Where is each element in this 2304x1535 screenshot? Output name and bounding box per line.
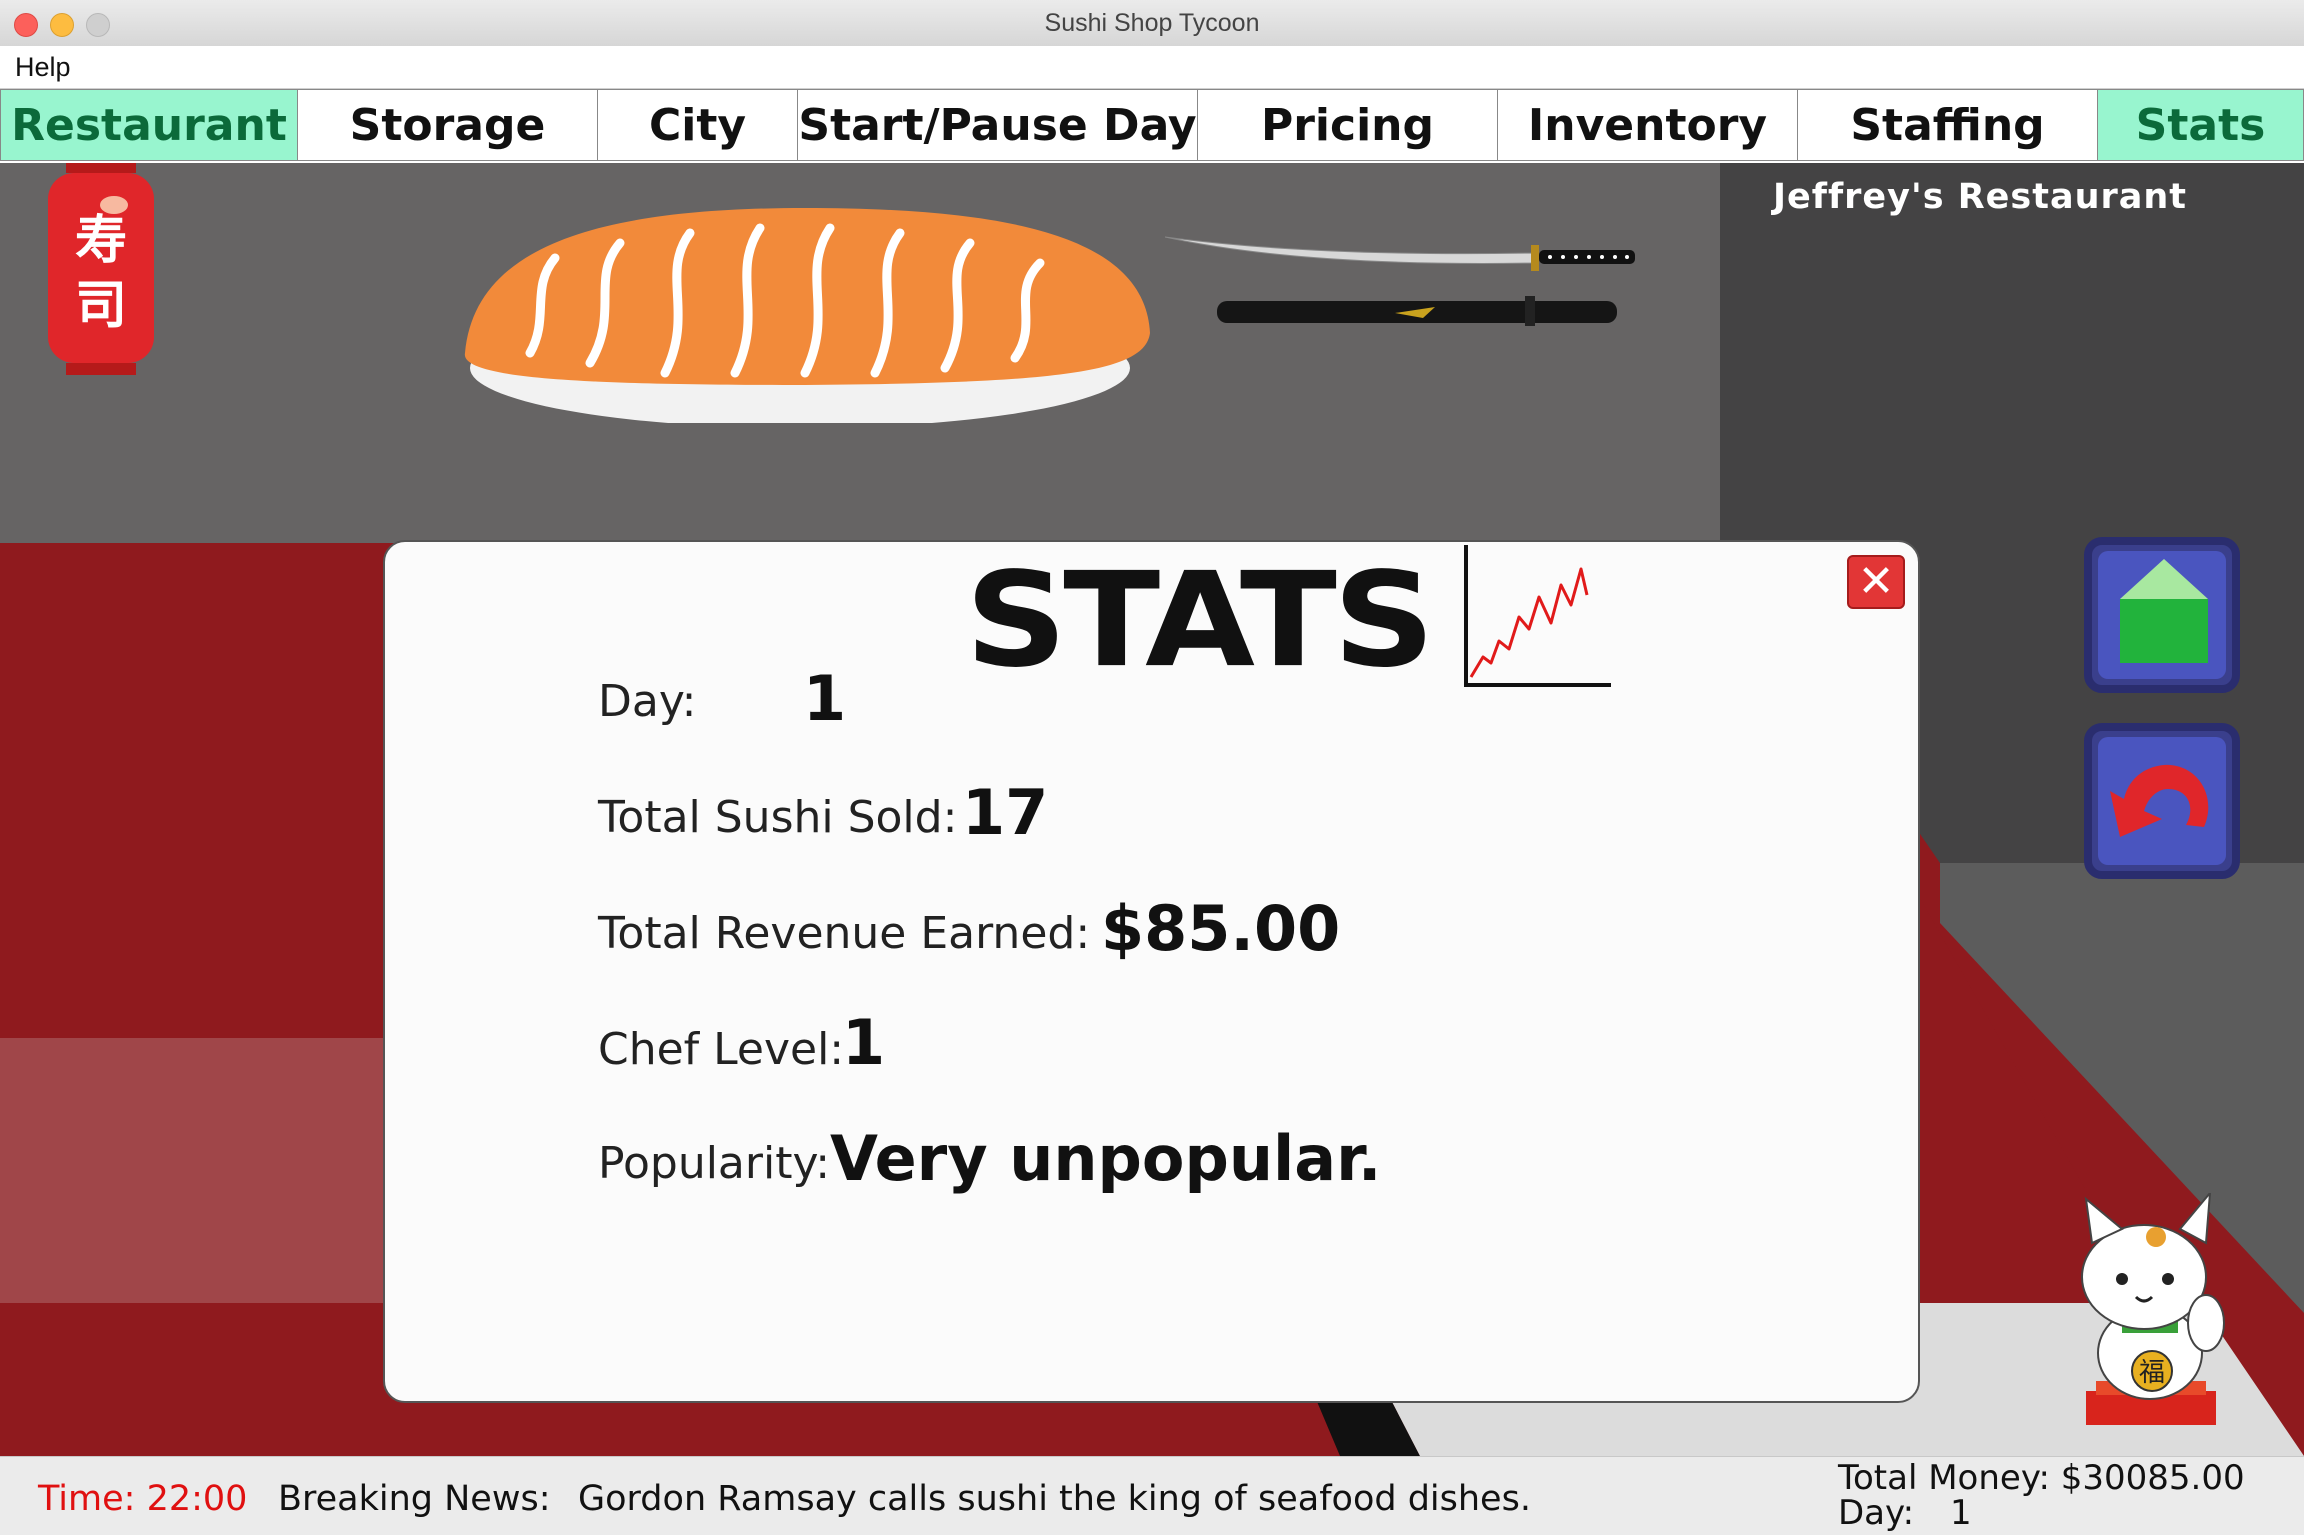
tab-start-pause-day[interactable]: Start/Pause Day	[798, 89, 1198, 161]
news-label: Breaking News:	[278, 1479, 551, 1519]
tab-inventory[interactable]: Inventory	[1498, 89, 1798, 161]
tab-storage[interactable]: Storage	[298, 89, 598, 161]
restaurant-scene: 寿 司 Jeffrey's Restaurant 福 STATS ✕ Day: …	[0, 163, 2304, 1456]
tab-pricing[interactable]: Pricing	[1198, 89, 1498, 161]
sushi-icon	[464, 208, 1150, 423]
status-bar: Time: 22:00 Breaking News: Gordon Ramsay…	[0, 1456, 2304, 1535]
line-chart-icon	[1464, 545, 1611, 687]
go-home-button[interactable]	[2084, 537, 2240, 693]
game-time: Time: 22:00	[38, 1479, 248, 1519]
house-arrow-icon	[2120, 559, 2208, 663]
stat-label-chef-level: Chef Level:	[598, 1024, 845, 1075]
news-ticker: Gordon Ramsay calls sushi the king of se…	[578, 1479, 1531, 1519]
lucky-cat-coin-text: 福	[2139, 1358, 2165, 1388]
window-title: Sushi Shop Tycoon	[1044, 9, 1260, 37]
stats-dialog: STATS ✕ Day: 1 Total Sushi Sold: 17 Tota…	[383, 540, 1920, 1403]
status-day-label: Day:	[1838, 1493, 1915, 1533]
close-icon: ✕	[1857, 556, 1895, 607]
lantern-text-top: 寿	[75, 211, 127, 271]
total-money: Total Money: $30085.00	[1838, 1458, 2245, 1498]
tab-stats[interactable]: Stats	[2098, 89, 2304, 161]
tab-city[interactable]: City	[598, 89, 798, 161]
tab-restaurant[interactable]: Restaurant	[0, 89, 298, 161]
restaurant-name: Jeffrey's Restaurant	[1772, 177, 2188, 217]
stat-label-sushi-sold: Total Sushi Sold:	[598, 792, 958, 843]
lucky-cat-icon: 福	[2081, 1193, 2225, 1425]
stat-value-popularity: Very unpopular.	[830, 1122, 1382, 1195]
title-bar: Sushi Shop Tycoon	[0, 0, 2304, 47]
tab-staffing[interactable]: Staffing	[1798, 89, 2098, 161]
stat-value-day: 1	[803, 662, 847, 735]
stats-title: STATS	[965, 544, 1435, 697]
stat-label-day: Day:	[598, 676, 697, 727]
lantern-text-bottom: 司	[75, 276, 127, 336]
tab-bar: Restaurant Storage City Start/Pause Day …	[0, 89, 2304, 163]
undo-arrow-icon	[2110, 764, 2209, 837]
stat-value-revenue: $85.00	[1101, 892, 1341, 965]
stat-label-popularity: Popularity:	[598, 1138, 831, 1189]
stat-value-sushi-sold: 17	[962, 776, 1049, 849]
lantern-icon: 寿 司	[48, 163, 154, 375]
katana-icon	[1165, 236, 1635, 326]
menu-bar: Help	[0, 46, 2304, 89]
stat-label-revenue: Total Revenue Earned:	[598, 908, 1091, 959]
close-button[interactable]: ✕	[1847, 555, 1905, 609]
undo-button[interactable]	[2084, 723, 2240, 879]
status-day-value: 1	[1950, 1493, 1972, 1533]
menu-help[interactable]: Help	[15, 52, 71, 83]
stat-value-chef-level: 1	[842, 1006, 886, 1079]
